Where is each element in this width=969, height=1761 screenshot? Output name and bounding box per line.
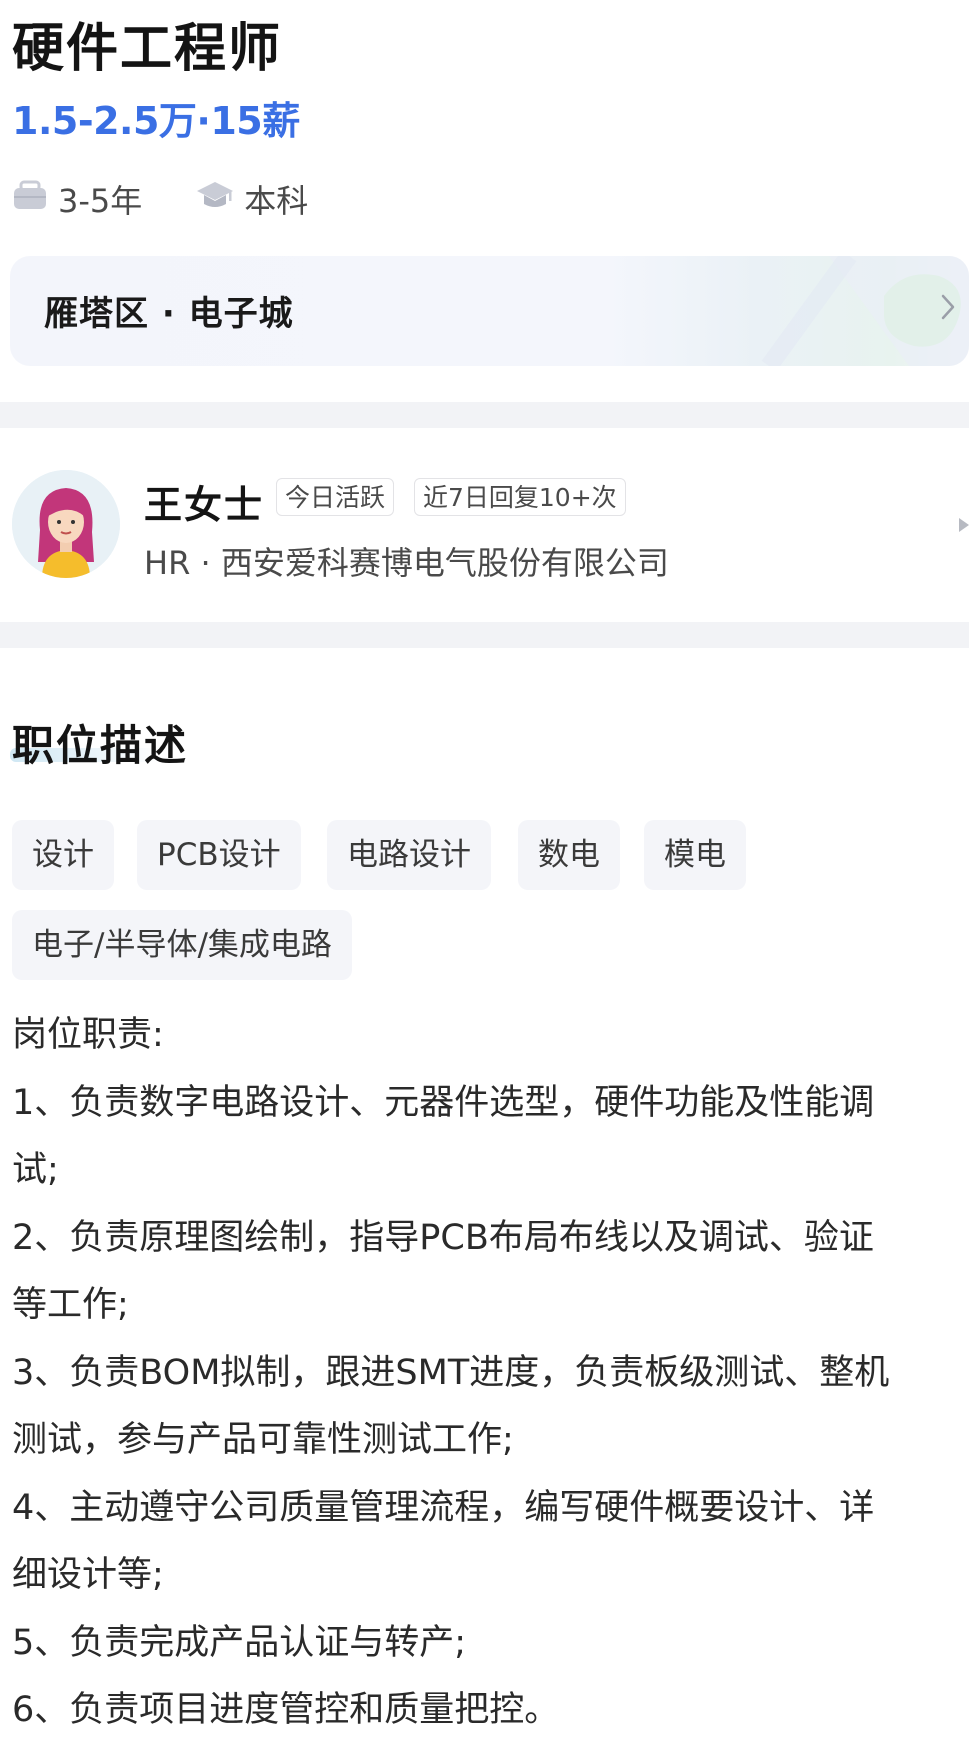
education-requirement: 本科 [196,176,308,222]
active-badge: 今日活跃 [276,478,395,516]
reply-badge: 近7日回复10+次 [414,478,626,516]
job-description: 岗位职责: 1、负责数字电路设计、元器件选型，硬件功能及性能调 试; 2、负责原… [12,1002,962,1745]
experience-label: 3-5年 [58,182,143,220]
recruiter-name: 王女士 [144,483,265,527]
description-line: 5、负责完成产品认证与转产; [12,1622,467,1663]
job-title: 硬件工程师 [12,19,283,79]
description-line: 6、负责项目进度管控和质量把控。 [12,1690,560,1730]
chevron-right-icon [941,294,955,324]
skill-tag: 电子/半导体/集成电路 [12,910,352,980]
section-title: 职位描述 [12,721,189,770]
triangle-right-icon [957,516,969,538]
description-line: 等工作; [12,1285,129,1325]
description-line: 4、主动遵守公司质量管理流程，编写硬件概要设计、详 [12,1487,875,1528]
description-line: 岗位职责: [12,1015,164,1055]
location-text: 雁塔区 · 电子城 [44,294,294,334]
skill-tag: 设计 [12,820,114,890]
description-line: 细设计等; [12,1555,164,1595]
requirements-row: 3-5年 本科 [12,176,362,222]
description-line: 试; [12,1150,59,1190]
skill-tag: 数电 [518,820,620,890]
graduation-cap-icon [196,179,244,219]
description-line: 3、负责BOM拟制，跟进SMT进度，负责板级测试、整机 [12,1352,890,1393]
skill-tag: 电路设计 [327,820,491,890]
salary: 1.5-2.5万·15薪 [12,99,300,143]
skill-tag: 模电 [644,820,746,890]
map-decoration [761,256,969,366]
skill-tag: PCB设计 [137,820,301,890]
description-line: 1、负责数字电路设计、元器件选型，硬件功能及性能调 [12,1082,875,1123]
education-label: 本科 [244,182,309,220]
briefcase-icon [12,179,58,219]
description-line: 2、负责原理图绘制，指导PCB布局布线以及调试、验证 [12,1217,874,1258]
description-line: 测试，参与产品可靠性测试工作; [12,1420,514,1460]
section-divider [0,622,969,648]
location-card[interactable]: 雁塔区 · 电子城 [10,256,969,366]
experience-requirement: 3-5年 [12,176,142,222]
recruiter-company: HR · 西安爱科赛博电气股份有限公司 [144,544,669,582]
section-divider [0,402,969,428]
avatar[interactable] [12,470,120,578]
